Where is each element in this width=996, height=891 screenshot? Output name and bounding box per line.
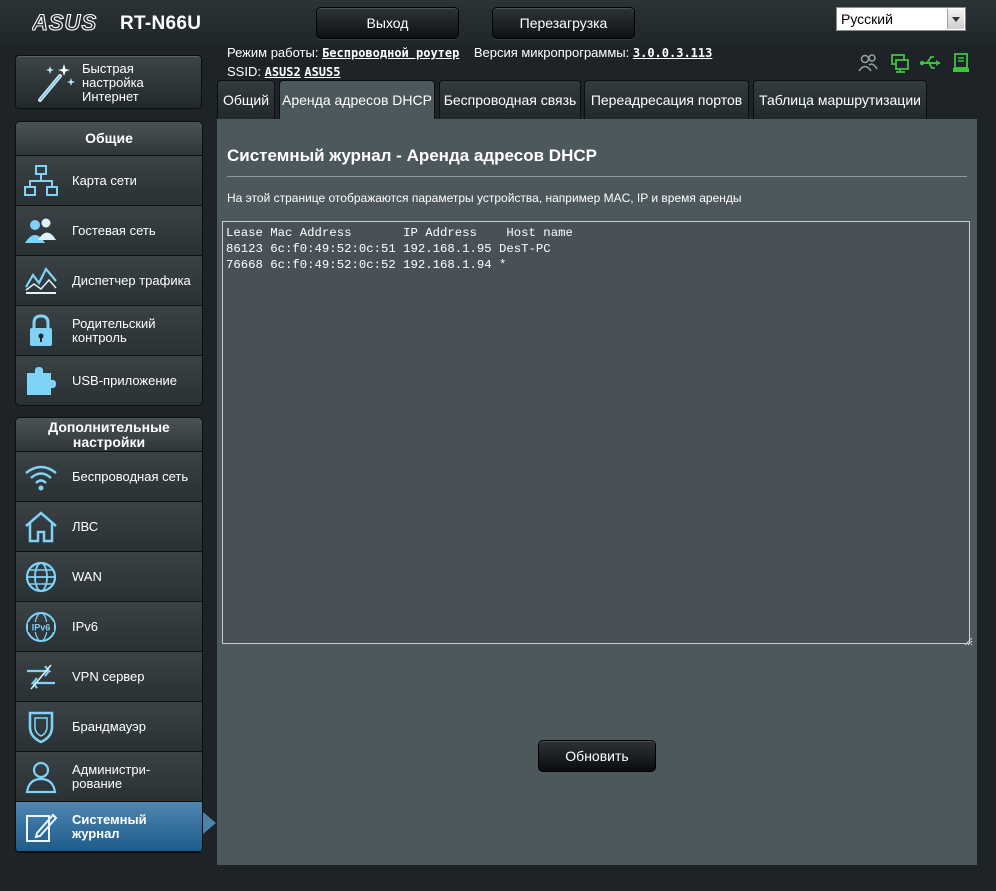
- quick-internet-setup-button[interactable]: Быстрая настройка Интернет: [15, 55, 202, 109]
- puzzle-icon: [27, 367, 56, 395]
- tab-dhcp-leases[interactable]: Аренда адресов DHCP: [279, 80, 435, 120]
- sidebar-item-wireless[interactable]: Беспроводная сеть: [16, 452, 202, 502]
- router-model: RT-N66U: [120, 13, 202, 34]
- sidebar-item-label: WAN: [72, 568, 102, 584]
- sidebar-item-traffic-manager[interactable]: Диспетчер трафика: [16, 256, 202, 306]
- network-map-icon: [24, 165, 58, 196]
- sidebar-item-lan[interactable]: ЛВС: [16, 502, 202, 552]
- ssid-link-2[interactable]: ASUS5: [304, 65, 340, 79]
- admin-user-icon: [25, 761, 57, 794]
- sidebar-item-usb-application[interactable]: USB-приложение: [16, 356, 202, 405]
- language-select[interactable]: Русский: [836, 7, 966, 31]
- logout-button[interactable]: Выход: [316, 7, 459, 39]
- sidebar-item-system-log[interactable]: Системный журнал: [16, 802, 202, 852]
- sidebar-item-network-map[interactable]: Карта сети: [16, 156, 202, 206]
- content-panel: Системный журнал - Аренда адресов DHCP Н…: [217, 119, 977, 865]
- guest-users-icon: [25, 218, 56, 243]
- traffic-chart-icon: [25, 267, 57, 294]
- printer-icon[interactable]: [951, 52, 971, 74]
- ssid-label: SSID:: [227, 64, 261, 79]
- sidebar-item-label: VPN сервер: [72, 668, 145, 684]
- refresh-button[interactable]: Обновить: [538, 740, 656, 772]
- sidebar-item-administration[interactable]: Администри-рование: [16, 752, 202, 802]
- sidebar-item-label: Гостевая сеть: [72, 222, 156, 238]
- sidebar-item-ipv6[interactable]: IPv6 IPv6: [16, 602, 202, 652]
- firmware-label: Версия микропрограммы:: [473, 45, 630, 60]
- sidebar-item-guest-network[interactable]: Гостевая сеть: [16, 206, 202, 256]
- sidebar-item-label: Диспетчер трафика: [72, 272, 191, 288]
- magic-wand-icon: [38, 64, 75, 102]
- firmware-link[interactable]: 3.0.0.3.113: [633, 46, 712, 60]
- svg-text:IPv6: IPv6: [32, 623, 51, 633]
- page-description: На этой странице отображаются параметры …: [227, 191, 742, 205]
- wifi-icon: [25, 465, 57, 491]
- dhcp-lease-log[interactable]: Lease Mac Address IP Address Host name 8…: [222, 221, 970, 644]
- sidebar-item-wan[interactable]: WAN: [16, 552, 202, 602]
- mode-label: Режим работы:: [227, 45, 319, 60]
- shield-icon: [28, 711, 54, 744]
- vpn-icon: [27, 664, 55, 690]
- tab-port-forwarding[interactable]: Переадресация портов: [584, 80, 749, 120]
- sidebar-item-label: Брандмауэр: [72, 718, 146, 734]
- sidebar-item-label: ЛВС: [72, 518, 99, 534]
- quick-setup-label: Быстрая настройка Интернет: [82, 61, 144, 104]
- home-icon: [25, 511, 57, 543]
- advanced-group-title: Дополнительные настройки: [16, 418, 202, 452]
- title-divider: [227, 176, 967, 177]
- svg-text:ASUS: ASUS: [32, 10, 97, 34]
- status-icons: [857, 52, 972, 74]
- sidebar-item-label: Карта сети: [72, 172, 137, 188]
- clients-icon[interactable]: [857, 52, 879, 74]
- sidebar-item-firewall[interactable]: Брандмауэр: [16, 702, 202, 752]
- general-menu-group: Общие Карта сети Гостевая сеть Диспетчер…: [15, 121, 203, 406]
- usb-icon[interactable]: [919, 52, 943, 74]
- top-bar: ASUS RT-N66U Выход Перезагрузка Русский: [0, 0, 996, 46]
- asus-logo: ASUS: [32, 10, 97, 34]
- tab-wireless[interactable]: Беспроводная связь: [439, 80, 581, 120]
- lock-icon: [30, 314, 52, 346]
- network-connected-icon[interactable]: [889, 52, 911, 74]
- mode-link[interactable]: Беспроводной роутер: [322, 46, 459, 60]
- chevron-down-icon[interactable]: [947, 9, 964, 29]
- tab-general[interactable]: Общий: [217, 80, 275, 120]
- operation-mode-line: Режим работы: Беспроводной роутер Версия…: [227, 45, 712, 60]
- tab-routing-table[interactable]: Таблица маршрутизации: [753, 80, 927, 120]
- reboot-button[interactable]: Перезагрузка: [492, 7, 635, 39]
- active-item-pointer: [203, 812, 216, 834]
- ssid-line: SSID: ASUS2 ASUS5: [227, 64, 340, 79]
- globe-icon: [25, 561, 57, 593]
- sidebar-item-label: Родительский контроль: [72, 315, 156, 345]
- sidebar-item-label: IPv6: [72, 618, 99, 634]
- sidebar-item-label: Беспроводная сеть: [72, 468, 189, 484]
- sidebar-item-vpn-server[interactable]: VPN сервер: [16, 652, 202, 702]
- page-title: Системный журнал - Аренда адресов DHCP: [227, 146, 597, 165]
- sidebar-item-label: USB-приложение: [72, 372, 178, 388]
- ssid-link-1[interactable]: ASUS2: [265, 65, 301, 79]
- language-selected-value: Русский: [841, 11, 893, 27]
- sidebar-item-parental-control[interactable]: Родительский контроль: [16, 306, 202, 356]
- ipv6-globe-icon: IPv6: [26, 612, 56, 642]
- log-edit-icon: [26, 813, 58, 842]
- sidebar-item-label: Администри-рование: [72, 761, 151, 791]
- resize-grip-icon[interactable]: [964, 637, 973, 646]
- advanced-menu-group: Дополнительные настройки Беспроводная се…: [15, 417, 203, 853]
- sidebar-item-label: Системный журнал: [72, 811, 147, 841]
- general-group-title: Общие: [16, 122, 202, 156]
